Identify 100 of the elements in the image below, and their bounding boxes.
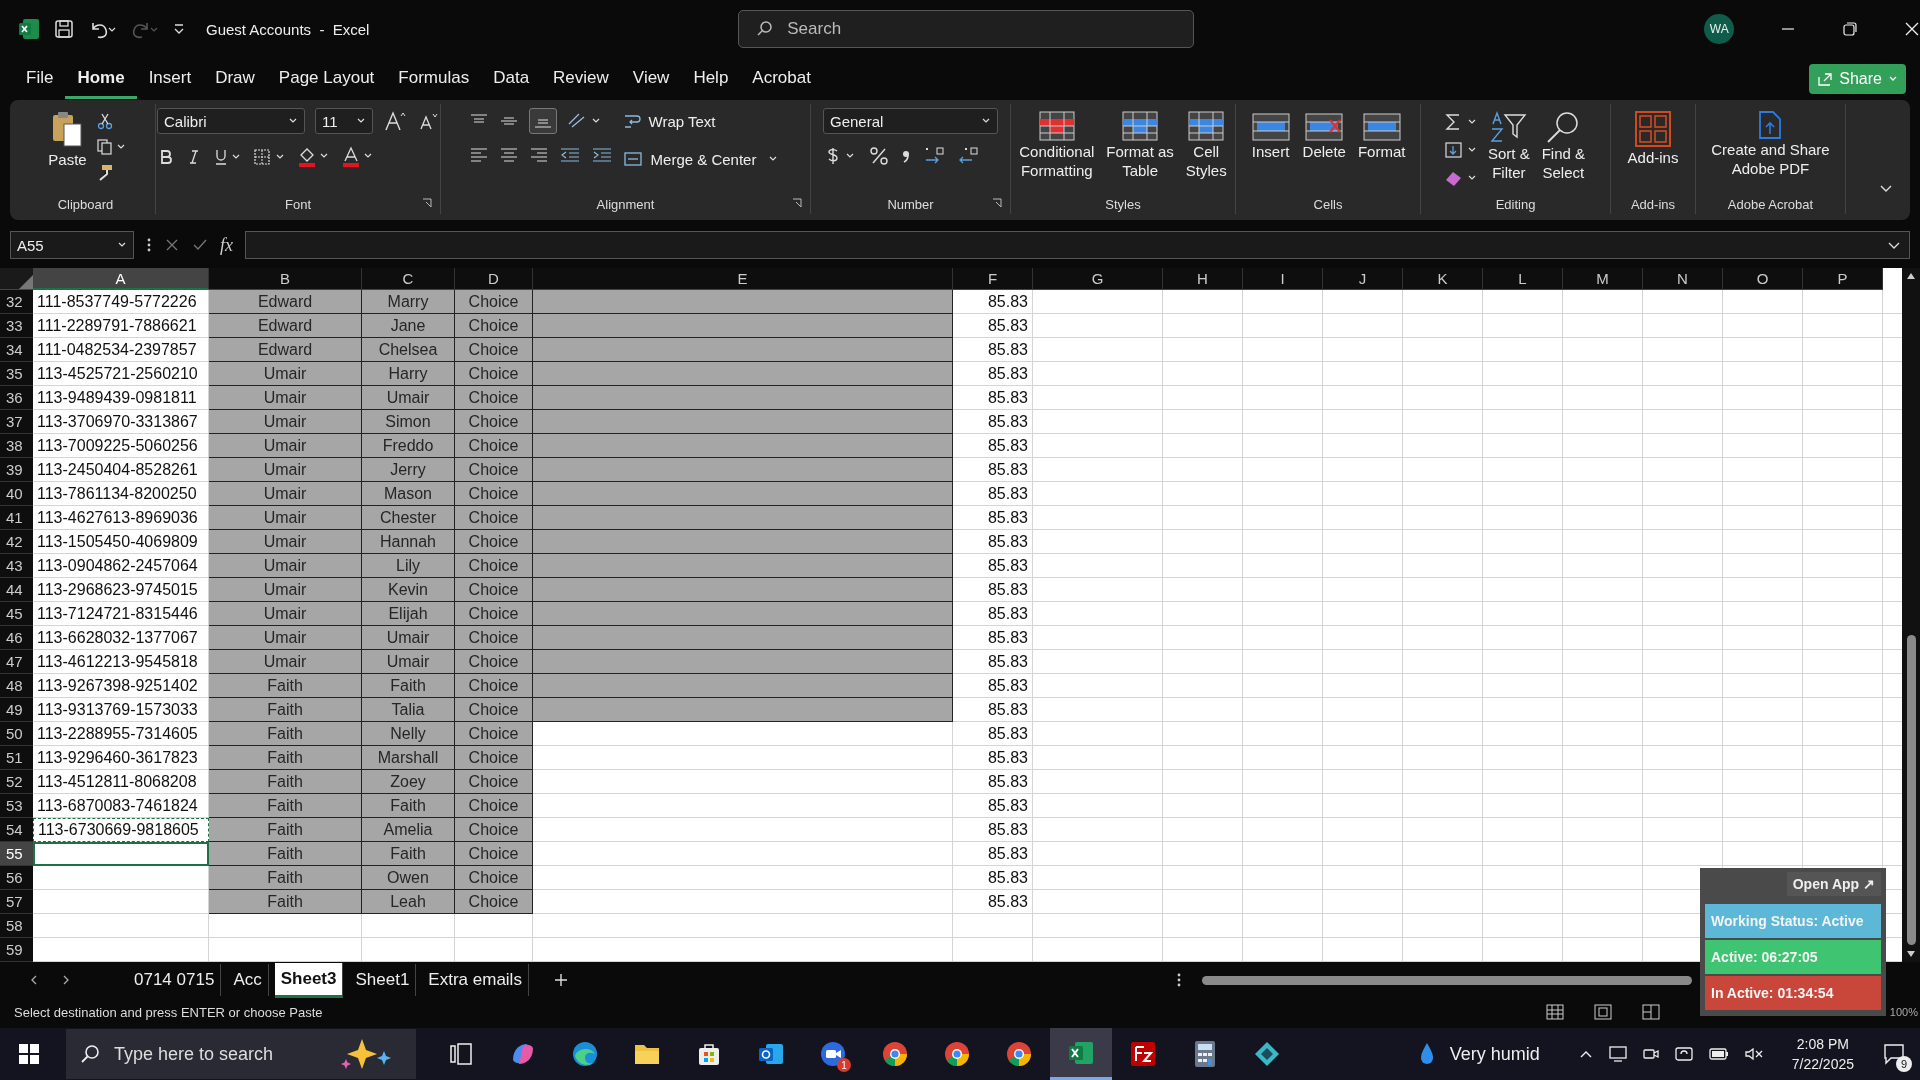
font-size-dropdown[interactable]: 11 [315, 108, 373, 134]
row-header[interactable]: 35 [0, 362, 33, 386]
page-layout-view-icon[interactable] [1593, 1004, 1612, 1020]
sort-filter-button[interactable]: Sort & Filter [1484, 108, 1533, 184]
browser-icon[interactable] [881, 1040, 909, 1068]
add-ins-button[interactable]: Add-ins [1624, 108, 1682, 169]
video-call-icon[interactable] [819, 1040, 847, 1068]
ribbon-tab[interactable]: File [14, 59, 66, 99]
ribbon-tab[interactable]: Insert [136, 59, 204, 99]
row-header[interactable]: 43 [0, 554, 33, 578]
row-header[interactable]: 32 [0, 290, 33, 314]
row-header[interactable]: 54 [0, 818, 33, 842]
insert-cells-button[interactable]: Insert [1247, 108, 1294, 163]
row-header[interactable]: 37 [0, 410, 33, 434]
row-header[interactable]: 44 [0, 578, 33, 602]
monitor-icon[interactable] [1607, 1045, 1628, 1063]
scissors-icon[interactable] [95, 112, 114, 130]
formula-input[interactable] [245, 231, 1910, 259]
scrollbar-thumb[interactable] [1906, 635, 1916, 945]
row-header[interactable]: 40 [0, 482, 33, 506]
cell-styles-button[interactable]: Cell Styles [1182, 108, 1230, 182]
save-icon[interactable] [54, 19, 74, 39]
row-header[interactable]: 33 [0, 314, 33, 338]
open-app-button[interactable]: Open App ↗ [1786, 872, 1881, 896]
avatar[interactable]: WA [1704, 14, 1735, 44]
column-header[interactable]: P [1803, 268, 1883, 290]
column-header[interactable]: I [1243, 268, 1323, 290]
name-box[interactable]: A55 [10, 231, 134, 259]
column-header[interactable]: M [1563, 268, 1643, 290]
ftp-app-icon[interactable] [1130, 1041, 1156, 1067]
row-header[interactable]: 34 [0, 338, 33, 362]
column-header[interactable]: B [209, 268, 362, 290]
column-header[interactable]: D [455, 268, 533, 290]
row-header[interactable]: 38 [0, 434, 33, 458]
format-as-table-button[interactable]: Format as Table [1103, 108, 1177, 182]
column-header[interactable]: E [533, 268, 953, 290]
merge-center-button[interactable]: Merge & Center [618, 146, 783, 172]
taskbar-search-field[interactable]: Type here to search [66, 1029, 416, 1079]
close-icon[interactable] [1904, 21, 1920, 37]
vertical-scrollbar[interactable] [1902, 268, 1920, 962]
customize-caret-icon[interactable] [172, 22, 186, 36]
paste-button[interactable]: Paste [45, 108, 90, 171]
row-header[interactable]: 55 [0, 842, 33, 866]
browser-icon[interactable] [943, 1040, 971, 1068]
scroll-up-icon[interactable] [1906, 272, 1916, 280]
cancel-icon[interactable] [164, 237, 180, 253]
row-header[interactable]: 48 [0, 674, 33, 698]
align-right-icon[interactable] [528, 146, 549, 164]
format-cells-button[interactable]: Format [1354, 108, 1409, 163]
mail-icon[interactable] [757, 1041, 785, 1067]
shopping-bag-icon[interactable] [696, 1041, 722, 1067]
more-icon[interactable] [1176, 972, 1182, 988]
align-left-icon[interactable] [468, 146, 489, 164]
percent-icon[interactable] [869, 146, 889, 166]
task-view-icon[interactable] [448, 1041, 474, 1067]
grow-font-icon[interactable] [383, 110, 407, 132]
ribbon-tab[interactable]: Review [541, 59, 621, 99]
browser-swirl-icon[interactable] [571, 1040, 599, 1068]
add-sheet-icon[interactable] [552, 972, 569, 988]
scroll-down-icon[interactable] [1906, 950, 1916, 958]
decrease-indent-icon[interactable] [558, 146, 581, 164]
decrease-decimal-icon[interactable] [957, 146, 981, 166]
column-header[interactable]: L [1483, 268, 1563, 290]
sheet-tab[interactable]: Sheet1 [349, 964, 417, 996]
find-select-button[interactable]: Find & Select [1538, 108, 1588, 184]
zoom-level[interactable]: 100% [1889, 1006, 1918, 1018]
row-header[interactable]: 53 [0, 794, 33, 818]
column-header[interactable]: O [1723, 268, 1803, 290]
ribbon-tab[interactable]: Acrobat [740, 59, 823, 99]
more-icon[interactable] [146, 237, 152, 253]
align-center-icon[interactable] [498, 146, 519, 164]
column-header[interactable]: C [362, 268, 455, 290]
battery-icon[interactable] [1707, 1046, 1730, 1062]
column-header[interactable]: G [1033, 268, 1163, 290]
chat-bubble-icon[interactable] [1882, 1042, 1906, 1066]
sheet-tab[interactable]: Acc [227, 964, 269, 996]
page-break-view-icon[interactable] [1641, 1004, 1660, 1020]
ribbon-tab[interactable]: View [620, 59, 682, 99]
row-header[interactable]: 47 [0, 650, 33, 674]
ribbon-tab[interactable]: Help [681, 59, 741, 99]
wrap-text-button[interactable]: Wrap Text [618, 108, 783, 134]
column-header[interactable]: F [953, 268, 1033, 290]
diamond-app-icon[interactable] [1253, 1040, 1281, 1068]
ribbon-tab[interactable]: Page Layout [266, 59, 387, 99]
number-format-dropdown[interactable]: General [823, 108, 998, 134]
create-pdf-button[interactable]: Create and Share Adobe PDF [1708, 108, 1833, 180]
increase-decimal-icon[interactable] [923, 146, 947, 166]
column-header[interactable]: N [1643, 268, 1723, 290]
sheet-tab[interactable]: 0714 0715 [128, 964, 222, 996]
row-header[interactable]: 39 [0, 458, 33, 482]
row-header[interactable]: 41 [0, 506, 33, 530]
align-bottom-icon[interactable] [528, 108, 557, 134]
row-header[interactable]: 56 [0, 866, 33, 890]
clock-date[interactable]: 7/22/2025 [1791, 1054, 1854, 1074]
row-header[interactable]: 45 [0, 602, 33, 626]
ribbon-tab[interactable]: Formulas [386, 59, 482, 99]
row-header[interactable]: 36 [0, 386, 33, 410]
row-header[interactable]: 49 [0, 698, 33, 722]
browser-icon[interactable] [1005, 1040, 1033, 1068]
dialog-launcher-icon[interactable] [792, 198, 802, 208]
